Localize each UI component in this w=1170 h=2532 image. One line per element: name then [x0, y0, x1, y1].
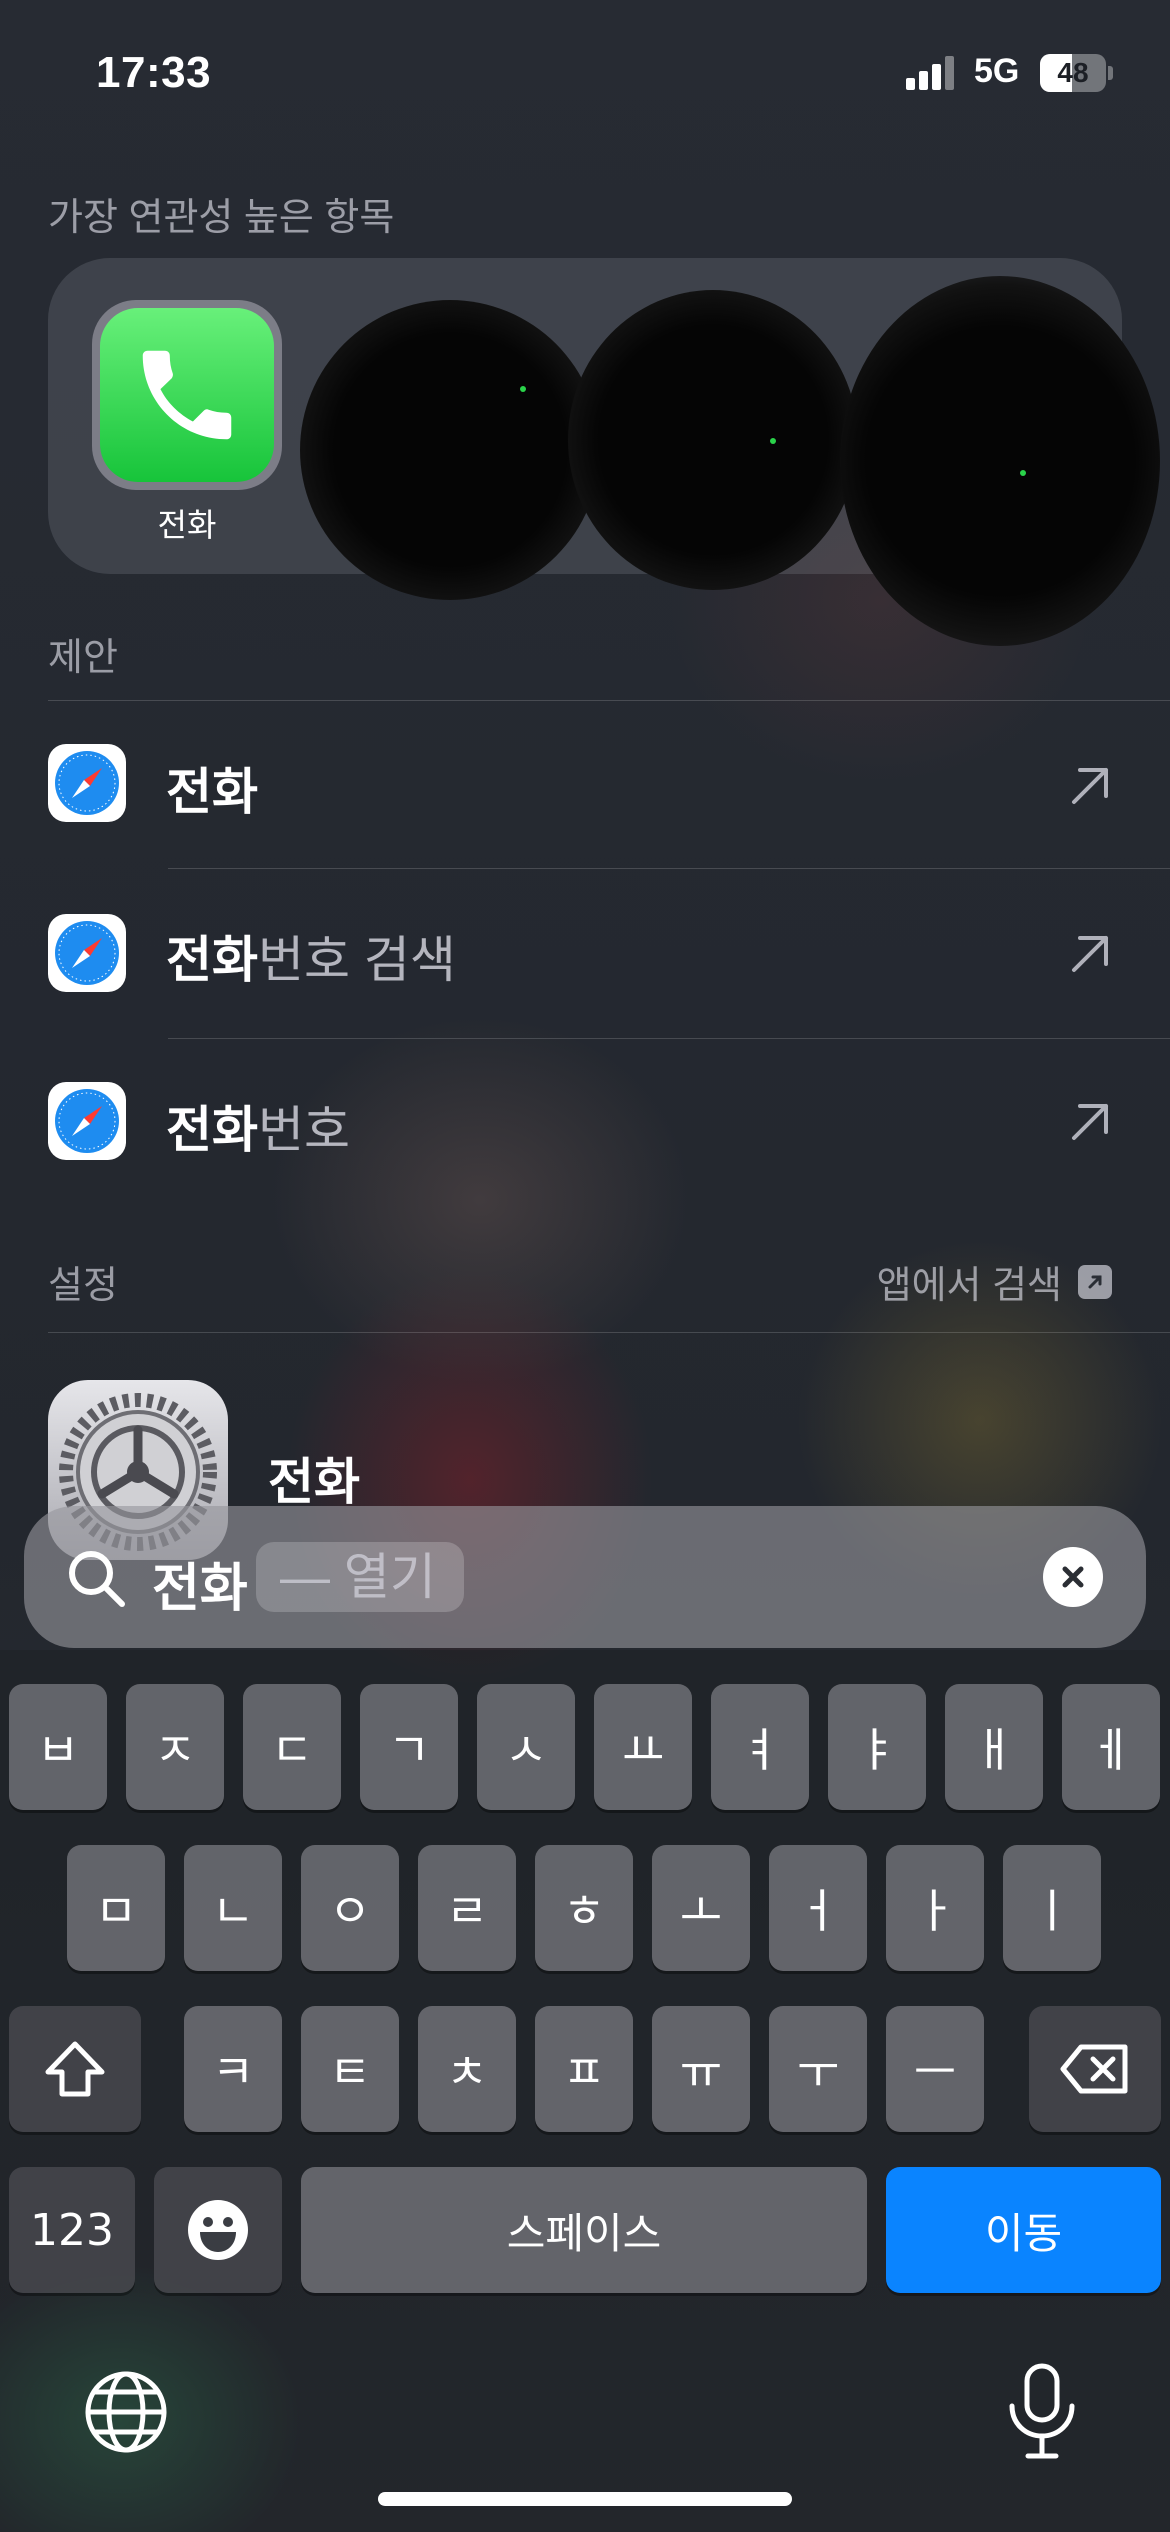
settings-header: 설정: [48, 1265, 118, 1307]
shift-arrow-icon: [45, 2041, 105, 2097]
key[interactable]: ㄱ: [360, 1684, 458, 1810]
backspace-icon: [1060, 2044, 1128, 2094]
key[interactable]: ㅣ: [1003, 1845, 1101, 1971]
key[interactable]: ㅕ: [711, 1684, 809, 1810]
key[interactable]: ㅌ: [301, 2006, 399, 2132]
key[interactable]: ㅇ: [301, 1845, 399, 1971]
battery-percent: 48: [1057, 57, 1089, 88]
key[interactable]: ㅊ: [418, 2006, 516, 2132]
home-indicator[interactable]: [378, 2492, 792, 2506]
key[interactable]: ㅜ: [769, 2006, 867, 2132]
redaction-speck: [770, 438, 776, 444]
shift-key[interactable]: [9, 2006, 141, 2132]
key[interactable]: ㅑ: [828, 1684, 926, 1810]
key[interactable]: ㅡ: [886, 2006, 984, 2132]
close-icon: [1062, 1566, 1084, 1588]
phone-icon: [100, 308, 274, 482]
status-time: 17:33: [96, 48, 212, 97]
safari-icon: [48, 1082, 126, 1160]
divider: [48, 1332, 1170, 1333]
cellular-signal-icon: [906, 56, 956, 90]
key[interactable]: ㅗ: [652, 1845, 750, 1971]
key[interactable]: ㄷ: [243, 1684, 341, 1810]
delete-key[interactable]: [1029, 2006, 1161, 2132]
redaction-speck: [1020, 470, 1026, 476]
settings-phone-label[interactable]: 전화: [268, 1442, 360, 1514]
space-key[interactable]: 스페이스: [301, 2167, 867, 2293]
key[interactable]: ㅈ: [126, 1684, 224, 1810]
search-in-app-label: 앱에서 검색: [876, 1265, 1062, 1307]
key[interactable]: ㅛ: [594, 1684, 692, 1810]
suggestion-row[interactable]: 전화번호 검색: [0, 870, 1170, 1038]
redaction-speck: [520, 386, 526, 392]
key[interactable]: ㄴ: [184, 1845, 282, 1971]
key[interactable]: ㅍ: [535, 2006, 633, 2132]
key[interactable]: ㅠ: [652, 2006, 750, 2132]
suggestion-row[interactable]: 전화: [0, 702, 1170, 868]
suggestions-header: 제안: [48, 637, 118, 679]
emoji-smiley-icon: [188, 2200, 248, 2260]
phone-app-label: 전화: [157, 507, 217, 543]
suggestion-text: 전화번호 검색: [166, 932, 456, 988]
search-in-app-link[interactable]: 앱에서 검색: [877, 1254, 1112, 1309]
key[interactable]: ㅏ: [886, 1845, 984, 1971]
suggestion-text: 전화: [166, 764, 258, 820]
key[interactable]: ㅁ: [67, 1845, 165, 1971]
safari-icon: [48, 914, 126, 992]
search-input[interactable]: 전화: [152, 1546, 248, 1621]
battery-cap: [1108, 66, 1113, 80]
top-hits-header: 가장 연관성 높은 항목: [48, 197, 395, 239]
search-completion-hint: — 열기: [256, 1542, 464, 1612]
redacted-contact-1[interactable]: [300, 300, 600, 600]
battery-icon: 48: [1040, 54, 1106, 92]
suggestion-text: 전화번호: [166, 1102, 350, 1158]
network-type: 5G: [974, 52, 1020, 90]
arrow-up-right-icon: [1072, 1104, 1108, 1140]
redacted-contact-2[interactable]: [568, 290, 858, 590]
numbers-key[interactable]: 123: [9, 2167, 135, 2293]
key[interactable]: ㅐ: [945, 1684, 1043, 1810]
suggestion-row[interactable]: 전화번호: [0, 1040, 1170, 1206]
key[interactable]: ㅔ: [1062, 1684, 1160, 1810]
divider: [48, 700, 1170, 701]
emoji-key[interactable]: [154, 2167, 282, 2293]
microphone-icon[interactable]: [1004, 2362, 1080, 2462]
divider: [168, 868, 1170, 869]
key[interactable]: ㅂ: [9, 1684, 107, 1810]
phone-app-button[interactable]: [92, 300, 282, 490]
divider: [168, 1038, 1170, 1039]
arrow-up-right-icon: [1072, 936, 1108, 972]
arrow-up-right-icon: [1072, 768, 1108, 804]
key[interactable]: ㄹ: [418, 1845, 516, 1971]
redacted-contact-3[interactable]: [840, 276, 1160, 646]
key[interactable]: ㅅ: [477, 1684, 575, 1810]
globe-icon[interactable]: [84, 2370, 168, 2454]
key[interactable]: ㅎ: [535, 1845, 633, 1971]
key[interactable]: ㅓ: [769, 1845, 867, 1971]
go-key[interactable]: 이동: [886, 2167, 1161, 2293]
arrow-up-right-square-icon: [1078, 1264, 1112, 1299]
key[interactable]: ㅋ: [184, 2006, 282, 2132]
search-icon: [69, 1551, 125, 1607]
clear-search-button[interactable]: [1043, 1547, 1103, 1607]
safari-icon: [48, 744, 126, 822]
